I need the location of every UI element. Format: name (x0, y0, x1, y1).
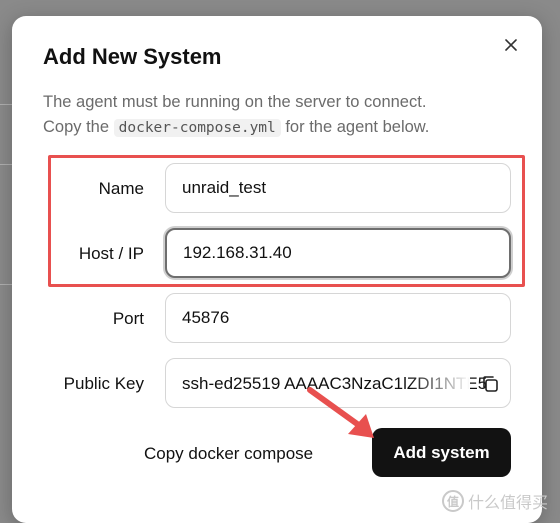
watermark-badge: 值 (441, 490, 464, 512)
description-line-1: The agent must be running on the server … (43, 93, 427, 111)
public-key-field[interactable]: ssh-ed25519 AAAAC3NzaC1lZDI1NTE5 (165, 358, 511, 408)
copy-icon[interactable] (480, 374, 500, 394)
description-line-2: Copy the docker-compose.yml for the agen… (43, 115, 513, 141)
public-key-fade (410, 359, 470, 407)
dialog-title: Add New System (43, 44, 222, 69)
name-label: Name (98, 179, 144, 198)
add-system-button[interactable]: Add system (372, 428, 511, 477)
copy-compose-button[interactable]: Copy docker compose (144, 444, 313, 464)
host-input[interactable] (165, 228, 511, 278)
description-pre: Copy the (43, 118, 114, 136)
host-label: Host / IP (78, 244, 144, 263)
port-label: Port (112, 309, 144, 328)
add-system-dialog: Add New System The agent must be running… (12, 16, 542, 523)
close-icon[interactable] (502, 36, 520, 54)
watermark-text: 什么值得买 (467, 495, 548, 512)
dialog-description: The agent must be running on the server … (43, 90, 513, 141)
name-input[interactable] (165, 163, 511, 213)
watermark: 值 什么值得买 (441, 489, 548, 513)
public-key-label: Public Key (63, 374, 144, 393)
port-input[interactable] (165, 293, 511, 343)
description-post: for the agent below. (280, 118, 430, 136)
compose-filename: docker-compose.yml (113, 119, 281, 137)
